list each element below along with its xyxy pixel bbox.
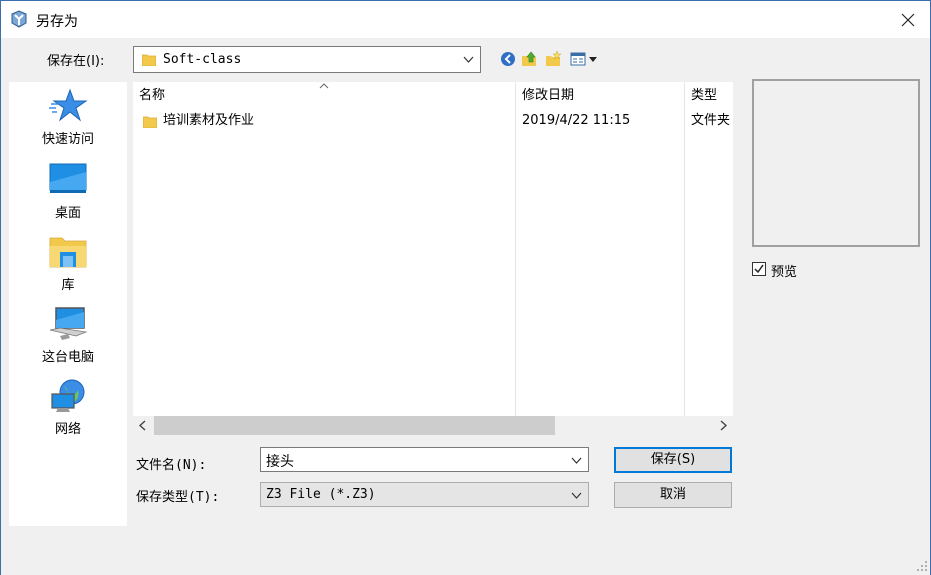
column-header-modified[interactable]: 修改日期 [516,82,684,110]
place-this-pc[interactable]: 这台电脑 [9,306,127,365]
new-folder-icon [546,50,562,66]
back-arrow-icon [501,52,515,66]
filename-label: 文件名(N): [136,458,207,473]
horizontal-scrollbar[interactable] [133,416,733,435]
folder-icon [142,54,156,66]
close-button[interactable] [894,7,922,33]
scrollbar-thumb[interactable] [154,416,555,435]
star-icon [49,88,88,122]
column-divider[interactable] [515,82,516,416]
filetype-label: 保存类型(T): [136,490,220,505]
file-type: 文件夹 [691,113,731,128]
place-libraries[interactable]: 库 [9,234,127,293]
file-name: 培训素材及作业 [163,113,255,128]
place-network[interactable]: 网络 [9,378,127,437]
close-icon [901,13,915,27]
table-row[interactable]: 培训素材及作业 2019/4/22 11:15 文件夹 [133,110,733,132]
filetype-value: Z3 File (*.Z3) [266,487,376,502]
place-desktop[interactable]: 桌面 [9,162,127,221]
preview-label: 预览 [771,265,798,280]
save-button[interactable]: 保存(S) [614,447,732,473]
column-divider[interactable] [684,82,685,416]
checkmark-icon [754,264,764,274]
chevron-down-icon[interactable] [571,455,582,466]
folder-icon [143,116,157,128]
preview-pane [752,79,920,247]
column-header-name[interactable]: 名称 [133,82,515,110]
network-icon [51,379,85,412]
up-folder-button[interactable] [521,50,539,68]
title-bar: 另存为 [0,0,931,38]
app-icon [11,10,27,28]
scroll-right-icon[interactable] [718,420,728,431]
savein-combo[interactable]: Soft-class [133,46,481,73]
library-folder-icon [49,237,87,268]
chevron-down-icon [463,56,474,63]
cancel-button[interactable]: 取消 [614,482,732,508]
file-list[interactable]: 名称 修改日期 类型 培训素材及作业 2019/4/22 11:15 文件夹 [133,82,733,416]
scroll-left-icon[interactable] [138,420,148,431]
resize-grip-icon[interactable] [916,560,928,572]
up-folder-icon [522,51,536,66]
view-menu-button[interactable] [569,50,599,68]
new-folder-button[interactable] [545,50,563,68]
filename-value: 接头 [266,454,294,470]
places-bar: 快速访问 桌面 库 这台电脑 网络 [9,82,127,526]
preview-checkbox[interactable] [752,262,766,276]
place-label: 库 [61,278,75,293]
chevron-down-icon [571,492,582,499]
place-label: 这台电脑 [41,350,94,365]
computer-icon [49,307,88,340]
column-header-type[interactable]: 类型 [685,82,733,110]
place-quick-access[interactable]: 快速访问 [9,88,127,147]
filetype-select[interactable]: Z3 File (*.Z3) [260,482,589,507]
place-label: 桌面 [54,206,81,221]
place-label: 快速访问 [41,132,94,147]
window-title: 另存为 [36,14,78,30]
view-menu-icon [570,52,597,66]
place-label: 网络 [54,422,81,437]
savein-value: Soft-class [163,52,242,67]
desktop-icon [49,163,87,193]
file-modified: 2019/4/22 11:15 [522,113,631,128]
back-button[interactable] [499,50,517,68]
savein-label: 保存在(I): [47,54,105,69]
filename-field[interactable]: 接头 [260,447,589,472]
